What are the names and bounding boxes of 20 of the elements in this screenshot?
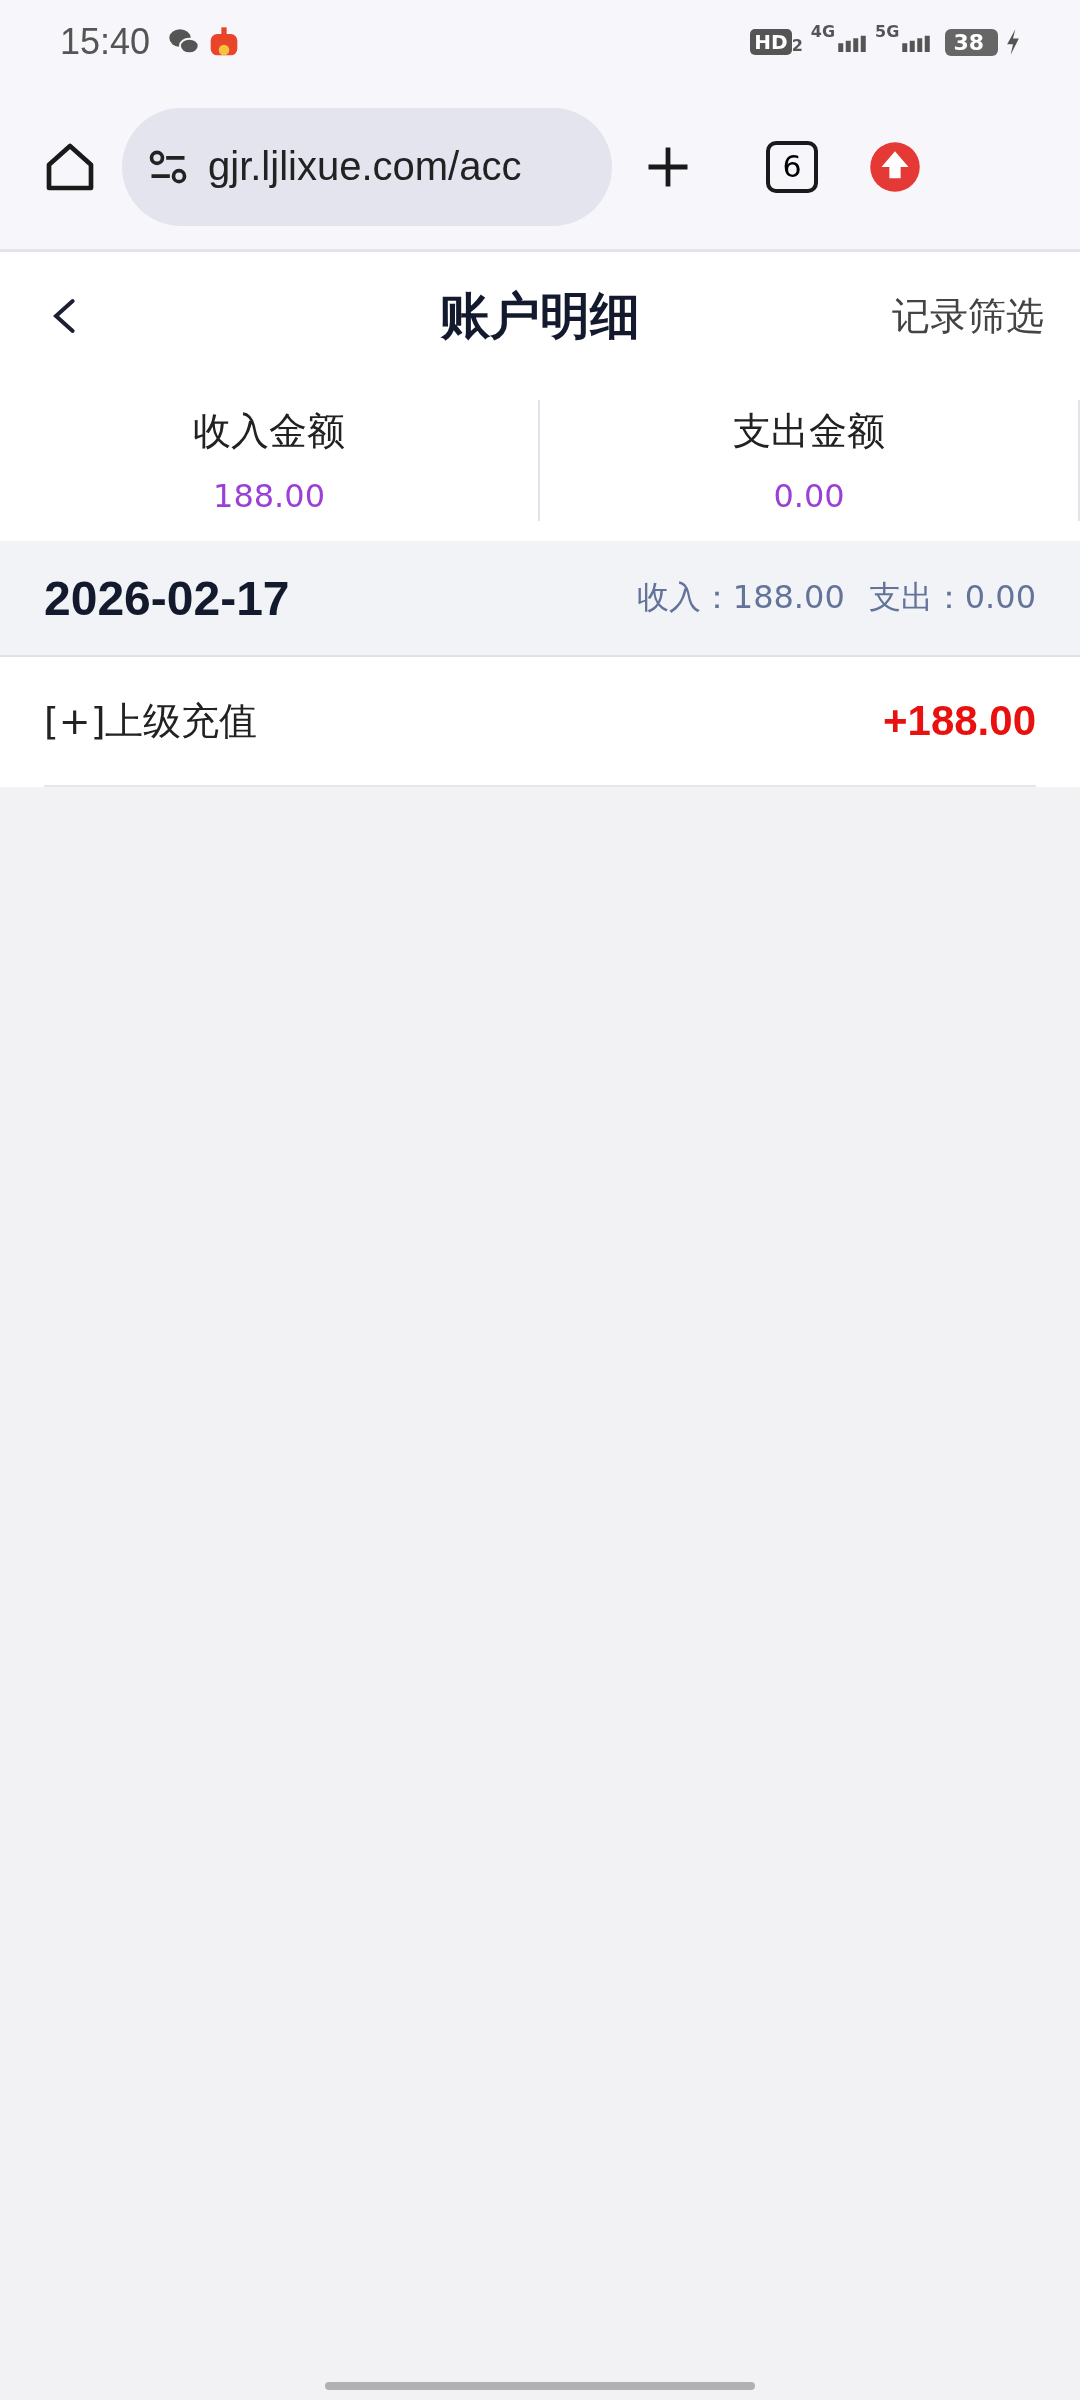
hd-indicator: HD $_{2}$	[750, 29, 803, 55]
signal-indicator: 5G	[875, 22, 900, 41]
address-bar[interactable]: gjr.ljlixue.com/acc	[122, 107, 612, 226]
record-amount: +188.00	[883, 697, 1036, 745]
status-time: 15:40	[60, 21, 151, 63]
summary-value: 188.00	[213, 477, 325, 515]
upload-icon[interactable]	[868, 139, 922, 194]
record-title: [+]上级充值	[44, 697, 258, 745]
tab-count-button[interactable]: 6	[766, 140, 818, 193]
charging-icon	[1006, 28, 1020, 56]
summary-value: 0.00	[773, 477, 845, 515]
battery-indicator: 38	[945, 28, 998, 56]
summary-label: 支出金额	[733, 408, 885, 455]
income-total: 收入：188.00	[636, 577, 845, 618]
summary-label: 收入金额	[193, 408, 345, 455]
page-title: 账户明细	[440, 285, 640, 347]
filter-link[interactable]: 记录筛选	[892, 290, 1044, 342]
signal-indicator: 4G	[810, 22, 836, 41]
date-text: 2026-02-17	[44, 570, 290, 626]
expense-total: 支出：0.00	[868, 577, 1036, 618]
